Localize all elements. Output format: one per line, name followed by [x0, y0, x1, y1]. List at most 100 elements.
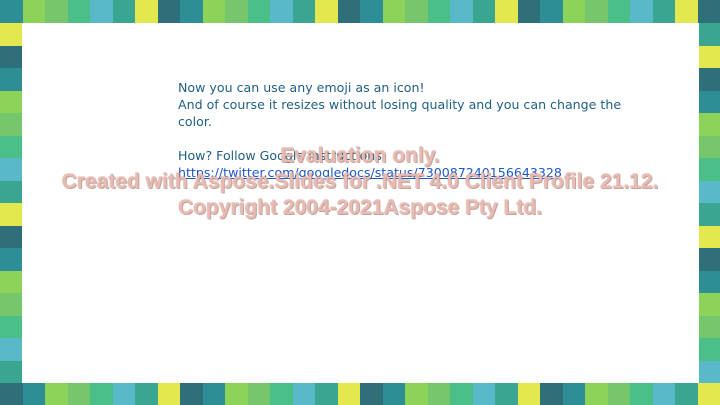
border-square [135, 383, 158, 405]
border-square [607, 0, 630, 23]
border-square [699, 113, 720, 136]
border-square [495, 0, 518, 23]
border-square [135, 0, 158, 23]
border-square [699, 90, 720, 113]
border-square [360, 0, 383, 23]
border-square [652, 0, 675, 23]
border-square [45, 0, 68, 23]
border-square [427, 0, 450, 23]
border-square [0, 113, 22, 136]
border-square [22, 0, 45, 23]
border-square [180, 0, 203, 23]
border-square [517, 0, 540, 23]
border-square [180, 383, 203, 405]
watermark-line-3: Copyright 2004-2021Aspose Pty Ltd. [177, 196, 543, 219]
border-square [157, 383, 180, 405]
border-square [0, 203, 22, 226]
border-square [699, 203, 720, 226]
border-square [22, 383, 45, 405]
border-square [157, 0, 180, 23]
border-square [0, 0, 23, 23]
border-square [630, 383, 653, 405]
border-square [699, 270, 720, 293]
border-square [699, 180, 720, 203]
border-square [337, 0, 360, 23]
border-square [699, 293, 720, 316]
border-square [699, 338, 720, 361]
border-square [699, 315, 720, 338]
border-square [697, 383, 720, 405]
bottom-border [0, 383, 720, 405]
border-square [90, 383, 113, 405]
slide-body: Now you can use any emoji as an icon! An… [178, 79, 648, 181]
border-square [652, 383, 675, 405]
instructions-line: How? Follow Google instructions [178, 148, 382, 163]
border-square [405, 383, 428, 405]
border-square [562, 383, 585, 405]
border-square [337, 383, 360, 405]
border-square [0, 158, 22, 181]
border-square [0, 270, 22, 293]
border-square [699, 23, 720, 46]
border-square [112, 0, 135, 23]
border-square [292, 383, 315, 405]
intro-line: Now you can use any emoji as an icon! [178, 80, 425, 95]
border-square [699, 135, 720, 158]
border-square [202, 383, 225, 405]
border-square [585, 383, 608, 405]
border-square [699, 225, 720, 248]
border-square [0, 45, 22, 68]
border-square [382, 383, 405, 405]
border-square [0, 225, 22, 248]
border-square [0, 180, 22, 203]
border-square [699, 158, 720, 181]
link-line: https://twitter.com/googledocs/status/73… [178, 164, 648, 181]
border-square [0, 68, 22, 91]
border-square [247, 0, 270, 23]
border-square [45, 383, 68, 405]
border-square [585, 0, 608, 23]
instructions-link[interactable]: https://twitter.com/googledocs/status/73… [178, 165, 562, 180]
border-square [225, 383, 248, 405]
border-square [405, 0, 428, 23]
border-square [675, 0, 698, 23]
border-square [472, 0, 495, 23]
right-border [699, 23, 720, 383]
border-square [450, 383, 473, 405]
border-square [315, 0, 338, 23]
border-square [427, 383, 450, 405]
border-square [315, 383, 338, 405]
border-square [247, 383, 270, 405]
border-square [472, 383, 495, 405]
border-square [540, 0, 563, 23]
border-square [607, 383, 630, 405]
border-square [0, 248, 22, 271]
border-square [0, 360, 22, 383]
border-square [0, 23, 22, 46]
top-border [0, 0, 720, 23]
border-square [699, 360, 720, 383]
border-square [360, 383, 383, 405]
border-square [517, 383, 540, 405]
left-border [0, 23, 22, 383]
border-square [67, 0, 90, 23]
resize-line: And of course it resizes without losing … [178, 97, 622, 129]
border-square [292, 0, 315, 23]
border-square [495, 383, 518, 405]
border-square [0, 135, 22, 158]
border-square [697, 0, 720, 23]
border-square [270, 383, 293, 405]
border-square [225, 0, 248, 23]
border-square [112, 383, 135, 405]
border-square [0, 338, 22, 361]
border-square [450, 0, 473, 23]
border-square [0, 383, 23, 405]
border-square [630, 0, 653, 23]
border-square [699, 248, 720, 271]
border-square [675, 383, 698, 405]
border-square [202, 0, 225, 23]
border-square [0, 315, 22, 338]
border-square [270, 0, 293, 23]
border-square [699, 68, 720, 91]
